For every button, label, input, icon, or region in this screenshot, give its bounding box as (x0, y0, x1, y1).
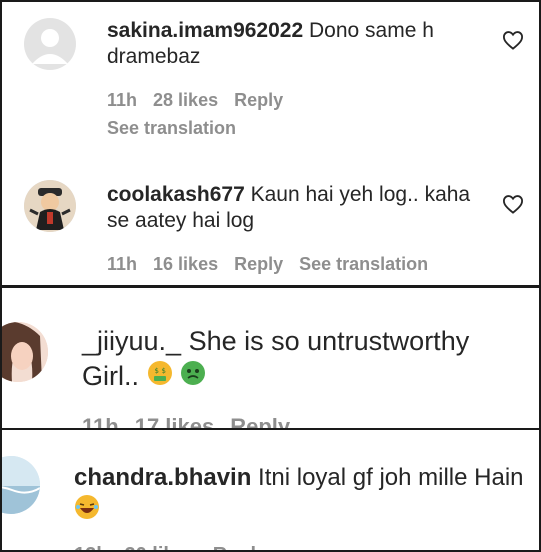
comment-time: 12h (74, 544, 108, 550)
comment-likes[interactable]: 20 likes (124, 544, 196, 550)
money-mouth-emoji-icon: $ $ (147, 360, 173, 395)
comment-body: sakina.imam962022 Dono same h dramebaz (107, 18, 497, 71)
comment-item: chandra.bhavin Itni loyal gf joh mille H… (2, 430, 539, 550)
comment-meta: 12h 20 likes Reply (74, 544, 283, 550)
screenshot-panel-1: sakina.imam962022 Dono same h dramebaz 1… (0, 0, 541, 287)
avatar[interactable] (24, 180, 76, 232)
comment-item: coolakash677 Kaun hai yeh log.. kaha se … (2, 162, 539, 285)
comment-body: chandra.bhavin Itni loyal gf joh mille H… (74, 462, 524, 530)
comment-username[interactable]: sakina.imam962022 (107, 19, 303, 42)
see-translation-link[interactable]: See translation (107, 118, 236, 139)
svg-text:$: $ (161, 367, 165, 375)
heart-outline-icon[interactable] (502, 30, 524, 55)
comment-item: sakina.imam962022 Dono same h dramebaz 1… (2, 2, 539, 162)
comment-time: 11h (107, 254, 138, 274)
profile-photo-icon (2, 322, 48, 382)
comment-likes[interactable]: 28 likes (153, 90, 218, 111)
reply-button[interactable]: Reply (234, 90, 283, 111)
comment-username[interactable]: coolakash677 (107, 183, 245, 206)
heart-outline-icon[interactable] (502, 194, 524, 219)
reply-button[interactable]: Reply (213, 544, 267, 550)
screenshot-panel-2: _jiiyuu._ She is so untrustworthy Girl..… (0, 286, 541, 430)
default-avatar-icon (32, 29, 68, 64)
nauseated-emoji-icon (180, 360, 206, 395)
see-translation-link[interactable]: See translation (299, 254, 428, 275)
cartoon-avatar-icon (24, 180, 76, 232)
avatar[interactable] (2, 456, 40, 514)
comment-meta: 11h 16 likes Reply See translation (107, 254, 444, 275)
reply-button[interactable]: Reply (234, 254, 283, 275)
svg-text:$: $ (154, 367, 158, 375)
profile-photo-icon (2, 456, 40, 514)
comment-text: Itni loyal gf joh mille Hain (258, 464, 524, 491)
comment-username[interactable]: _jiiyuu._ (82, 326, 181, 356)
comment-likes[interactable]: 16 likes (153, 254, 218, 275)
avatar[interactable] (2, 322, 48, 382)
comment-body: coolakash677 Kaun hai yeh log.. kaha se … (107, 182, 497, 235)
laughing-emoji-icon (74, 494, 100, 529)
comment-item: _jiiyuu._ She is so untrustworthy Girl..… (2, 288, 539, 428)
comment-username[interactable]: chandra.bhavin (74, 464, 251, 491)
screenshot-panel-3: chandra.bhavin Itni loyal gf joh mille H… (0, 428, 541, 552)
comment-meta: 11h 28 likes Reply (107, 90, 299, 111)
comment-body: _jiiyuu._ She is so untrustworthy Girl..… (82, 324, 522, 396)
comment-time: 11h (107, 90, 138, 110)
avatar[interactable] (24, 18, 76, 70)
